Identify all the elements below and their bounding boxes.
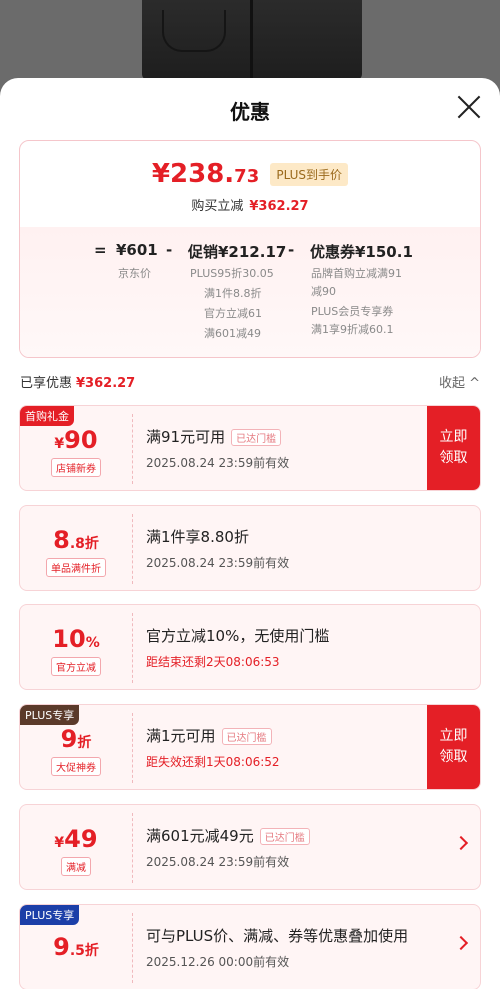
coupon-detail: PLUS会员专享券 <box>311 305 394 318</box>
summary-top: ¥238.73 PLUS到手价 购买立减 ¥362.27 <box>20 141 480 227</box>
coupon-card[interactable]: 9.5折 PLUS专享 可与PLUS价、满减、券等优惠叠加使用 2025.12.… <box>19 904 481 989</box>
coupon-countdown: 距结束还剩2天08:06:53 <box>146 655 280 669</box>
sheet-title: 优惠 <box>230 100 270 124</box>
chevron-right-icon[interactable] <box>453 835 469 851</box>
promo-total: 促销¥212.17 <box>188 243 287 261</box>
coupon-divider <box>132 913 133 983</box>
coupon-type-label: 单品满件折 <box>46 558 106 577</box>
enjoyed-amount: ¥362.27 <box>76 376 136 391</box>
coupon-value-area: 10% 官方立减 <box>20 605 132 689</box>
price-summary-card: ¥238.73 PLUS到手价 购买立减 ¥362.27 = ¥601 - 促销¥… <box>19 140 481 358</box>
threshold-chip: 已达门槛 <box>231 429 282 446</box>
coupon-tag: 首购礼金 <box>20 406 74 426</box>
final-price: ¥238.73 <box>151 159 260 189</box>
threshold-chip: 已达门槛 <box>259 828 310 845</box>
coupon-validity: 2025.12.26 00:00前有效 <box>146 955 290 969</box>
coupon-card[interactable]: 10% 官方立减 官方立减10%，无使用门槛 距结束还剩2天08:06:53 <box>19 604 481 690</box>
coupon-divider <box>132 414 133 484</box>
coupon-divider <box>132 713 133 783</box>
coupon-detail: 满1享9折减60.1 <box>311 323 394 336</box>
coupon-detail: 减90 <box>311 285 336 298</box>
promo-detail: 官方立减61 <box>204 307 262 320</box>
save-label: 购买立减 <box>191 199 244 214</box>
plus-tag: PLUS专享 <box>20 905 80 925</box>
coupon-amount: 10% <box>52 625 100 653</box>
coupon-value-area: 8.8折 单品满件折 <box>20 506 132 590</box>
jd-price-label: 京东价 <box>118 267 151 280</box>
coupon-title: 满1元可用 已达门槛 <box>146 725 272 746</box>
coupon-type-label: 官方立减 <box>51 657 101 676</box>
jd-price: ¥601 <box>116 241 158 259</box>
promo-detail: 满1件8.8折 <box>204 287 262 300</box>
price-breakdown: = ¥601 - 促销¥212.17 - 优惠券¥150.1 京东价 PLUS9… <box>20 227 480 357</box>
equals-sign: = <box>94 241 107 259</box>
coupon-card[interactable]: ¥49 满减 满601元减49元 已达门槛 2025.08.24 23:59前有效 <box>19 804 481 890</box>
coupon-card[interactable]: ¥90 店铺新券 首购礼金 满91元可用 已达门槛 2025.08.24 23:5… <box>19 405 481 491</box>
enjoyed-discount: 已享优惠 ¥362.27 <box>20 372 135 391</box>
coupon-divider <box>132 813 133 883</box>
coupon-countdown: 距失效还剩1天08:06:52 <box>146 755 280 769</box>
minus-sign: - <box>288 241 295 259</box>
coupon-validity: 2025.08.24 23:59前有效 <box>146 556 290 570</box>
discount-sheet: 优惠 ¥238.73 PLUS到手价 购买立减 ¥362.27 = ¥601 - … <box>0 78 500 989</box>
coupon-card[interactable]: 9折 大促神券 PLUS专享 满1元可用 已达门槛 距失效还剩1天08:06:52… <box>19 704 481 790</box>
coupon-title: 满1件享8.80折 <box>146 528 249 546</box>
save-amount: ¥362.27 <box>249 199 309 214</box>
enjoyed-label: 已享优惠 <box>20 376 73 391</box>
coupon-validity: 2025.08.24 23:59前有效 <box>146 456 290 470</box>
coupon-type-label: 大促神券 <box>51 757 101 776</box>
product-jeans-image <box>142 0 362 80</box>
coupon-type-label: 满减 <box>61 857 91 876</box>
coupon-total: 优惠券¥150.1 <box>310 243 413 261</box>
coupon-divider <box>132 514 133 584</box>
threshold-chip: 已达门槛 <box>221 728 272 745</box>
coupon-title: 可与PLUS价、满减、券等优惠叠加使用 <box>146 927 409 945</box>
promo-detail: 满601减49 <box>204 327 261 340</box>
coupon-amount: ¥49 <box>54 825 98 853</box>
collapse-button[interactable]: 收起 ^ <box>439 372 480 391</box>
claim-button[interactable]: 立即领取 <box>427 705 480 789</box>
coupon-amount: 9.5折 <box>53 933 99 961</box>
chevron-right-icon[interactable] <box>453 935 469 951</box>
coupon-type-label: 店铺新券 <box>51 458 101 477</box>
coupon-amount: ¥90 <box>54 426 98 454</box>
coupon-divider <box>132 613 133 683</box>
coupon-detail: 品牌首购立减满91 <box>311 267 402 280</box>
final-price-row: ¥238.73 PLUS到手价 <box>20 159 480 189</box>
claim-button[interactable]: 立即领取 <box>427 406 480 490</box>
close-icon[interactable] <box>456 94 482 120</box>
coupon-title: 官方立减10%，无使用门槛 <box>146 627 330 645</box>
coupon-amount: 9折 <box>60 725 92 753</box>
coupon-value-area: ¥49 满减 <box>20 805 132 889</box>
coupon-title: 满91元可用 已达门槛 <box>146 426 282 447</box>
coupon-title: 满601元减49元 已达门槛 <box>146 825 310 846</box>
coupon-validity: 2025.08.24 23:59前有效 <box>146 855 290 869</box>
plus-tag: PLUS专享 <box>20 705 80 725</box>
coupon-amount: 8.8折 <box>53 526 99 554</box>
save-row: 购买立减 ¥362.27 <box>20 195 480 214</box>
promo-detail: PLUS95折30.05 <box>190 267 274 280</box>
coupon-card[interactable]: 8.8折 单品满件折 满1件享8.80折 2025.08.24 23:59前有效 <box>19 505 481 591</box>
plus-price-badge: PLUS到手价 <box>270 162 349 186</box>
minus-sign: - <box>166 241 173 259</box>
